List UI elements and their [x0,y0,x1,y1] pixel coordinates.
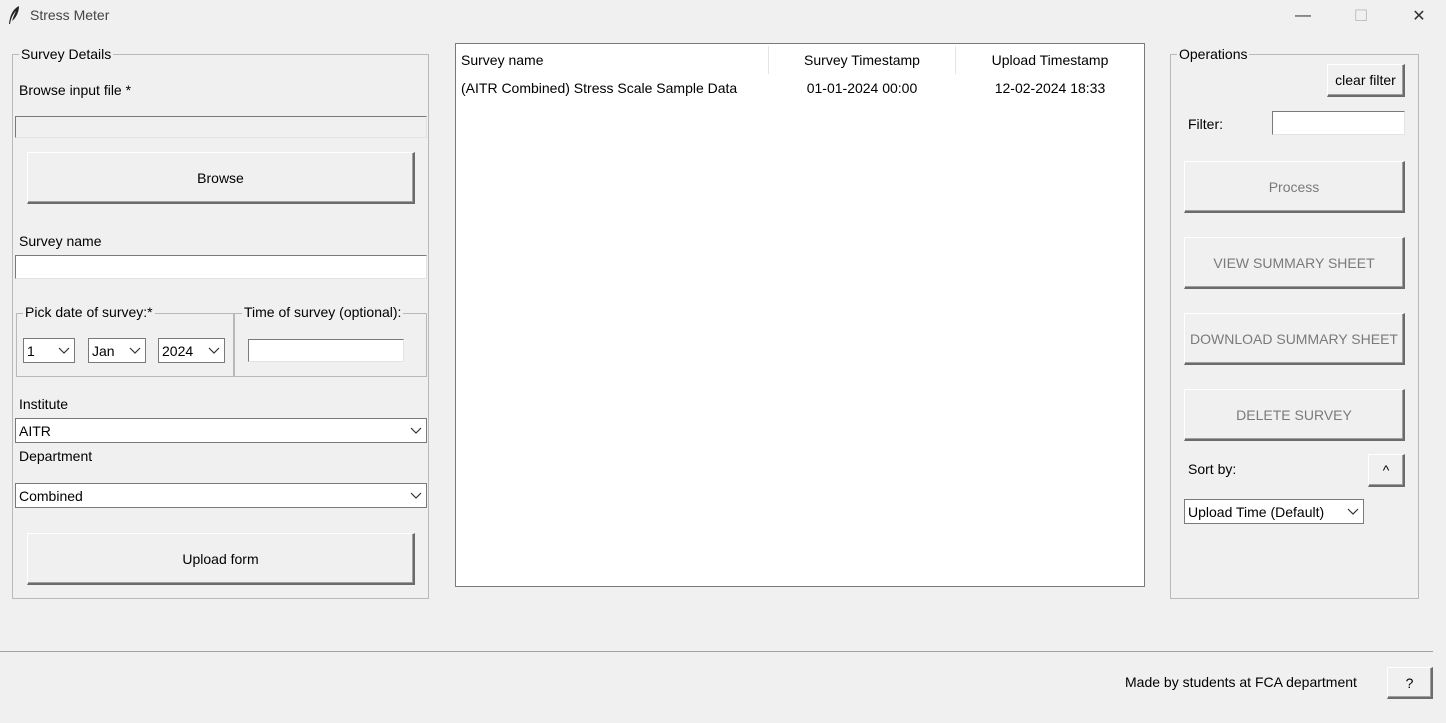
month-value: Jan [92,342,115,359]
footer-separator [0,651,1433,652]
row-survey-timestamp: 01-01-2024 00:00 [806,80,918,96]
view-summary-sheet-button[interactable]: VIEW SUMMARY SHEET [1184,237,1405,289]
delete-survey-button[interactable]: DELETE SURVEY [1184,389,1405,441]
window-title: Stress Meter [30,7,110,23]
table-row[interactable]: (AITR Combined) Stress Scale Sample Data… [456,77,1144,99]
sort-by-select[interactable]: Upload Time (Default) [1184,499,1364,524]
month-select[interactable]: Jan [88,338,146,363]
time-input[interactable] [248,339,404,362]
institute-value: AITR [19,422,51,439]
minimize-button[interactable]: — [1280,0,1326,31]
department-value: Combined [19,487,83,504]
sort-order-button[interactable]: ^ [1368,454,1405,487]
chevron-down-icon [1347,508,1359,515]
column-header-upload-timestamp[interactable]: Upload Timestamp [956,44,1144,75]
minimize-icon: — [1295,6,1311,24]
process-button[interactable]: Process [1184,161,1405,213]
day-value: 1 [27,342,35,359]
sort-by-label: Sort by: [1188,461,1237,477]
column-header-survey-name[interactable]: Survey name [461,44,761,75]
row-upload-timestamp: 12-02-2024 18:33 [994,80,1106,96]
chevron-down-icon [208,347,220,354]
download-summary-sheet-button[interactable]: DOWNLOAD SUMMARY SHEET [1184,313,1405,365]
operations-label: Operations [1177,46,1250,62]
filter-input[interactable] [1272,111,1405,135]
survey-name-input[interactable] [15,255,427,279]
maximize-button[interactable]: ☐ [1338,0,1384,31]
survey-name-label: Survey name [19,233,102,249]
close-icon: ✕ [1412,7,1426,25]
maximize-icon: ☐ [1353,7,1369,25]
chevron-down-icon [58,347,70,354]
institute-label: Institute [19,396,69,412]
upload-form-button[interactable]: Upload form [27,533,415,585]
sort-by-value: Upload Time (Default) [1188,503,1325,520]
department-label: Department [19,448,93,464]
help-button[interactable]: ? [1387,667,1433,699]
column-header-survey-timestamp[interactable]: Survey Timestamp [769,44,955,75]
institute-select[interactable]: AITR [15,418,427,443]
browse-button[interactable]: Browse [27,152,415,204]
chevron-down-icon [410,427,422,434]
feather-icon [9,6,19,24]
chevron-down-icon [129,347,141,354]
row-survey-name: (AITR Combined) Stress Scale Sample Data [461,80,738,96]
day-select[interactable]: 1 [23,338,75,363]
date-label: Pick date of survey:* [23,304,155,320]
title-bar [0,0,1446,31]
chevron-down-icon [410,492,422,499]
close-button[interactable]: ✕ [1396,0,1442,31]
credit-text: Made by students at FCA department [1125,674,1357,690]
filter-label: Filter: [1188,116,1223,132]
clear-filter-button[interactable]: clear filter [1327,64,1405,97]
year-value: 2024 [162,342,194,359]
file-path-field[interactable] [15,116,427,138]
time-label: Time of survey (optional): [242,304,404,320]
survey-table[interactable]: Survey name Survey Timestamp Upload Time… [455,43,1145,587]
department-select[interactable]: Combined [15,483,427,508]
survey-details-label: Survey Details [19,46,114,62]
browse-file-label: Browse input file * [19,82,132,98]
year-select[interactable]: 2024 [158,338,225,363]
